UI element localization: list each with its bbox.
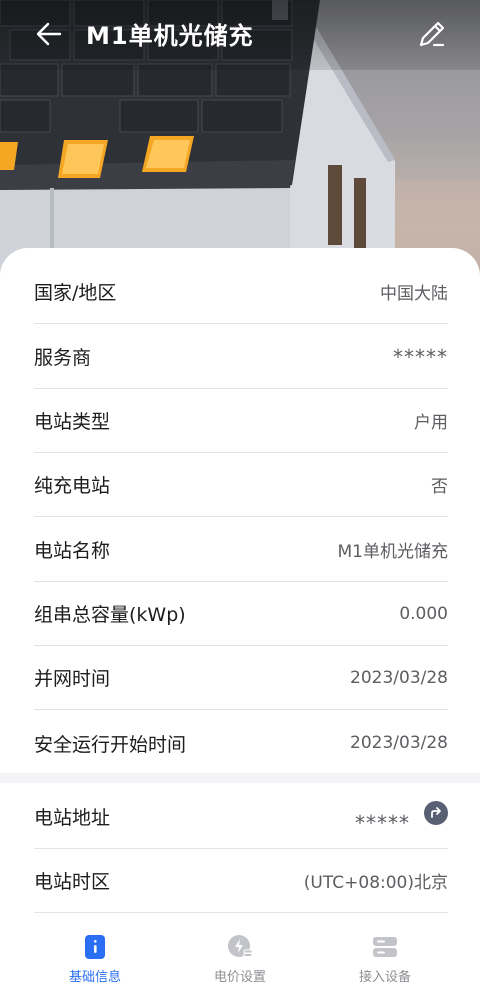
device-icon (372, 934, 398, 960)
row-station-name[interactable]: 电站名称 M1单机光储充 (34, 518, 448, 582)
row-label: 服务商 (34, 347, 92, 369)
tab-basic-info[interactable]: 基础信息 (35, 934, 155, 990)
price-icon (227, 934, 253, 960)
row-label: 电站类型 (34, 411, 111, 433)
row-value: ***** (393, 344, 448, 369)
row-country[interactable]: 国家/地区 中国大陆 (34, 260, 448, 324)
tab-price-settings[interactable]: 电价设置 (180, 934, 300, 990)
row-label: 纯充电站 (34, 475, 111, 497)
row-label: 国家/地区 (34, 282, 117, 304)
row-service-provider[interactable]: 服务商 ***** (34, 325, 448, 389)
tab-label: 基础信息 (68, 970, 121, 985)
row-label: 电站时区 (34, 871, 111, 893)
row-value: 2023/03/28 (350, 733, 448, 753)
row-safe-run-start[interactable]: 安全运行开始时间 2023/03/28 (34, 711, 448, 775)
row-value: M1单机光储充 (337, 542, 448, 562)
row-label: 并网时间 (34, 668, 111, 690)
row-value: ***** (355, 810, 410, 835)
row-value: (UTC+08:00)北京 (303, 873, 448, 893)
row-string-capacity[interactable]: 组串总容量(kWp) 0.000 (34, 582, 448, 646)
navigate-button[interactable] (424, 800, 448, 825)
section-divider (0, 773, 480, 783)
row-value: 中国大陆 (380, 284, 448, 304)
row-value: 2023/03/28 (350, 667, 448, 688)
row-station-type[interactable]: 电站类型 户用 (34, 389, 448, 453)
row-station-timezone[interactable]: 电站时区 (UTC+08:00)北京 (34, 849, 448, 913)
address-value-group: ***** (355, 800, 448, 835)
row-grid-connection-date[interactable]: 并网时间 2023/03/28 (34, 646, 448, 710)
row-value: 0.000 (399, 603, 448, 624)
row-pure-charging[interactable]: 纯充电站 否 (34, 453, 448, 517)
page-title: M1单机光储充 (86, 22, 254, 50)
row-value: 否 (431, 477, 448, 497)
tab-label: 电价设置 (213, 970, 266, 985)
navigation-arrow-icon (431, 806, 441, 818)
bottom-tab-bar: 基础信息 电价设置 接入设备 (0, 916, 480, 996)
app-bar: M1单机光储充 (0, 0, 480, 70)
arrow-left-icon (36, 22, 62, 46)
pencil-icon (419, 21, 445, 47)
row-label: 电站地址 (34, 807, 111, 829)
edit-button[interactable] (412, 14, 452, 54)
row-label: 电站名称 (34, 540, 111, 562)
row-value: 户用 (414, 413, 448, 433)
tab-label: 接入设备 (358, 970, 411, 985)
row-label: 组串总容量(kWp) (34, 604, 186, 626)
info-icon (82, 934, 108, 960)
station-info-card: 国家/地区 中国大陆 服务商 ***** 电站类型 户用 纯充电站 否 电站名称… (0, 248, 480, 916)
back-button[interactable] (26, 12, 70, 56)
row-station-address[interactable]: 电站地址 ***** (34, 785, 448, 849)
row-label: 安全运行开始时间 (34, 733, 187, 756)
tab-connected-devices[interactable]: 接入设备 (325, 934, 445, 990)
